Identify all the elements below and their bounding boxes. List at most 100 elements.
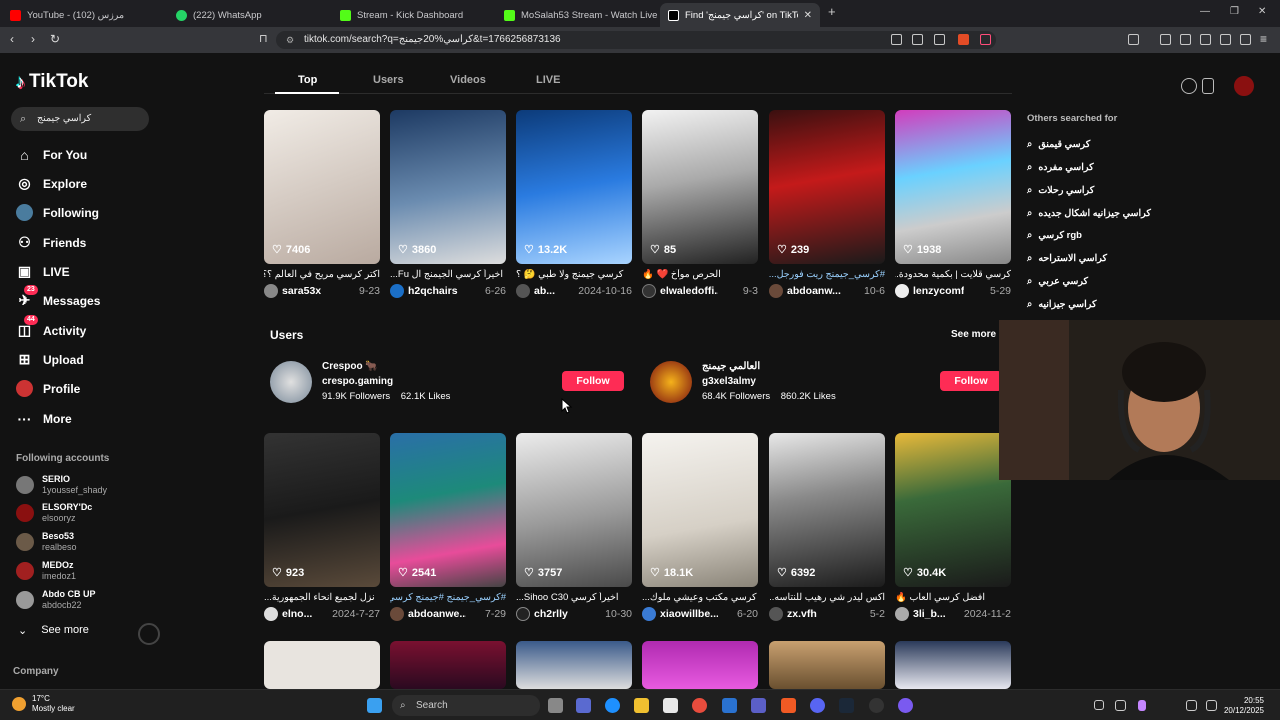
following-account[interactable]: ELSORY'Dc elsooryz (16, 502, 92, 524)
task-view-icon[interactable] (548, 698, 563, 713)
video-card[interactable]: ♡ 239 #كرسي_جيمنج ريت فورجل... abdoanw...… (769, 110, 885, 298)
back-icon[interactable]: ‹ (10, 32, 14, 46)
video-caption[interactable]: اكتر كرسي مريح في العالم ؟؟ (264, 269, 380, 280)
tab-live[interactable]: LIVE (536, 74, 560, 86)
reading-list-icon[interactable] (1180, 34, 1191, 45)
following-account[interactable]: SERIO 1youssef_shady (16, 474, 107, 496)
video-thumbnail[interactable]: ♡ 3757 (516, 433, 632, 587)
user-card[interactable]: Crespoo 🐂 crespo.gaming 91.9K Followers … (270, 359, 450, 404)
video-author[interactable]: ch2rlly (534, 608, 568, 620)
video-card[interactable]: ♡ 30.4K افضل كرسي العاب 🔥 3li_b... 2024-11… (895, 433, 1011, 621)
see-more-accounts-button[interactable]: ⌄ See more (18, 624, 89, 637)
video-card[interactable]: ♡ 1938 كرسي قلايت | بكمية محدودة... lenzy… (895, 110, 1011, 298)
media-icon[interactable] (1160, 34, 1171, 45)
chrome-icon[interactable] (692, 698, 707, 713)
tab-top[interactable]: Top (298, 74, 317, 86)
system-clock[interactable]: 20:55 20/12/2025 (1224, 696, 1264, 716)
video-author[interactable]: zx.vfh (787, 608, 817, 620)
sidebar-item-explore[interactable]: ◎ Explore (16, 175, 87, 192)
video-caption[interactable]: كرسي قلايت | بكمية محدودة... (895, 269, 1011, 280)
related-search-item[interactable]: ⌕ كراسي رحلات (1027, 185, 1094, 196)
tiktok-logo[interactable]: ♪ TikTok (16, 71, 88, 93)
following-account[interactable]: Beso53 realbeso (16, 531, 77, 553)
browser-tab-youtube[interactable]: YouTube - مرزس (102) (2, 3, 166, 27)
video-thumbnail[interactable] (769, 641, 885, 689)
minimize-icon[interactable]: — (1200, 6, 1210, 17)
video-thumbnail[interactable]: ♡ 6392 (769, 433, 885, 587)
video-thumbnail[interactable]: ♡ 3860 (390, 110, 506, 264)
video-author[interactable]: h2qchairs (408, 285, 458, 297)
related-search-item[interactable]: ⌕ كراسي مفرده (1027, 162, 1094, 173)
bookmark-icon[interactable]: ⊓ (259, 32, 268, 45)
video-caption[interactable]: نزل لجميع انحاء الجمهورية... (264, 592, 380, 603)
video-caption[interactable]: #كرسي_جيمنج ريت فورجل... (769, 269, 885, 280)
company-link[interactable]: Company (13, 666, 59, 677)
screenshot-icon[interactable] (912, 34, 923, 45)
device-icon[interactable] (1202, 78, 1214, 94)
video-thumbnail[interactable]: ♡ 30.4K (895, 433, 1011, 587)
video-thumbnail[interactable] (390, 641, 506, 689)
sidebar-item-upload[interactable]: ⊞ Upload (16, 351, 84, 368)
file-explorer-icon[interactable] (634, 698, 649, 713)
network-icon[interactable] (1115, 700, 1126, 711)
video-caption[interactable]: كرسي مكتب وعيشي ملوك... (642, 592, 758, 603)
video-author[interactable]: elno... (282, 608, 312, 620)
video-thumbnail[interactable]: ♡ 923 (264, 433, 380, 587)
follow-button[interactable]: Follow (562, 371, 624, 391)
video-card[interactable]: ♡ 13.2K كرسي جيمنج ولا طبي 🤔 ؟ ab... 2024-… (516, 110, 632, 298)
video-thumbnail[interactable] (895, 641, 1011, 689)
discord-icon[interactable] (810, 698, 825, 713)
video-author[interactable]: sara53x (282, 285, 321, 297)
sidebar-item-following[interactable]: Following (16, 204, 99, 221)
url-field[interactable]: ⚙ tiktok.com/search?q=كراسي%20جيمنج&t=17… (276, 31, 996, 49)
video-card[interactable]: ♡ 3860 اخيراً كرسي الجيمنج ال Fu... h2qch… (390, 110, 506, 298)
browser-tab-kick-dashboard[interactable]: Stream - Kick Dashboard (332, 3, 494, 27)
video-thumbnail[interactable] (516, 641, 632, 689)
windows-start-icon[interactable] (367, 698, 382, 713)
site-info-icon[interactable]: ⚙ (286, 31, 294, 49)
video-author[interactable]: ab... (534, 285, 555, 297)
video-card[interactable]: ♡ 6392 اكس ليدر شي رهيب للنتاسه... zx.vfh… (769, 433, 885, 621)
volume-icon[interactable] (1206, 700, 1217, 711)
video-author[interactable]: lenzycomf (913, 285, 964, 297)
weather-widget[interactable]: 17°C Mostly clear (12, 694, 75, 714)
window-close-icon[interactable]: ✕ (1258, 6, 1266, 17)
tab-users[interactable]: Users (373, 74, 404, 86)
menu-icon[interactable]: ≡ (1260, 32, 1267, 46)
sidebar-item-friends[interactable]: ⚇ Friends (16, 234, 86, 251)
wallet-icon[interactable] (1200, 34, 1211, 45)
sidebar-item-more[interactable]: ··· More (16, 410, 72, 427)
video-caption[interactable]: اكس ليدر شي رهيب للنتاسه... (769, 592, 885, 603)
video-card[interactable]: ♡ 3757 اخيراً كرسي Sihoo C30... ch2rlly 10… (516, 433, 632, 621)
coins-icon[interactable] (1181, 78, 1197, 94)
video-thumbnail[interactable]: ♡ 85 (642, 110, 758, 264)
app-icon[interactable] (898, 698, 913, 713)
avatar[interactable] (650, 360, 692, 403)
vpn-icon[interactable] (1240, 34, 1251, 45)
video-author[interactable]: xiaowillbe... (660, 608, 718, 620)
video-author[interactable]: abdoanw... (787, 285, 841, 297)
video-card[interactable]: ♡ 923 نزل لجميع انحاء الجمهورية... elno..… (264, 433, 380, 621)
share-icon[interactable] (934, 34, 945, 45)
sidebar-item-for-you[interactable]: ⌂ For You (16, 146, 87, 163)
video-author[interactable]: 3li_b... (913, 608, 946, 620)
sidebar-item-messages[interactable]: ✈ 23 Messages (16, 285, 100, 309)
browser-tab-kick-stream[interactable]: MoSalah53 Stream - Watch Live on Kick (496, 3, 658, 27)
video-author[interactable]: abdoanwe... (408, 608, 466, 620)
video-card[interactable]: ♡ 18.1K كرسي مكتب وعيشي ملوك... xiaowillb… (642, 433, 758, 621)
search-input[interactable]: ⌕ كراسي جيمنج (11, 107, 149, 131)
video-thumbnail[interactable]: ♡ 2541 (390, 433, 506, 587)
video-card[interactable]: ♡ 7406 اكتر كرسي مريح في العالم ؟؟ sara53… (264, 110, 380, 298)
outlook-icon[interactable] (722, 698, 737, 713)
brave-icon[interactable] (781, 698, 796, 713)
store-icon[interactable] (663, 698, 678, 713)
wifi-icon[interactable] (1186, 700, 1197, 711)
sidebar-item-live[interactable]: ▣ LIVE (16, 263, 70, 280)
video-caption[interactable]: اخيراً كرسي Sihoo C30... (516, 592, 632, 603)
cast-icon[interactable] (891, 34, 902, 45)
reload-icon[interactable]: ↻ (50, 32, 60, 46)
maximize-icon[interactable]: ❐ (1230, 6, 1239, 17)
sidebar-toggle-icon[interactable] (1128, 34, 1139, 45)
follow-button[interactable]: Follow (940, 371, 1002, 391)
following-account[interactable]: Abdo CB UP abdocb22 (16, 589, 96, 611)
